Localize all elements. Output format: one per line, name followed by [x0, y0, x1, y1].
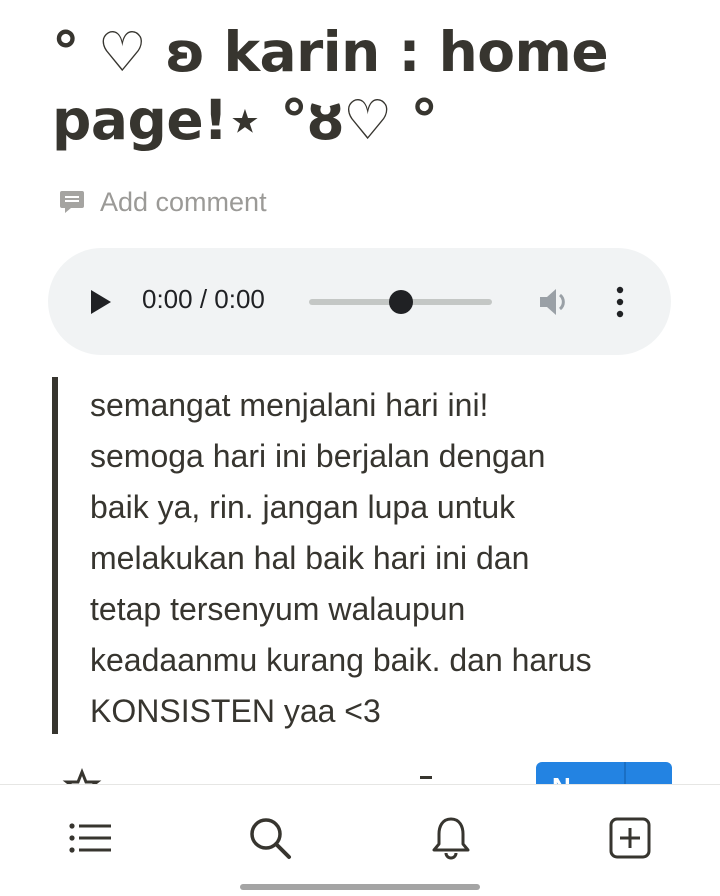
more-vertical-icon[interactable] — [612, 285, 628, 319]
volume-icon[interactable] — [538, 286, 572, 318]
quote-line: semoga hari ini berjalan dengan — [90, 438, 546, 474]
new-button-divider — [624, 762, 626, 786]
quote-line: semangat menjalani hari ini! — [90, 387, 489, 423]
search-icon[interactable] — [247, 815, 293, 861]
page-title-line-1: ° ♡ ʚ karin : home — [52, 20, 609, 84]
home-indicator[interactable] — [240, 884, 480, 890]
quote-line: KONSISTEN yaa <3 — [90, 693, 381, 729]
bell-icon[interactable] — [428, 815, 474, 861]
audio-seek-slider[interactable] — [309, 290, 492, 314]
quote-line: tetap tersenyum walaupun — [90, 591, 466, 627]
new-button[interactable]: N — [536, 762, 672, 786]
audio-seek-thumb[interactable] — [388, 290, 413, 314]
list-icon[interactable] — [67, 815, 113, 861]
add-comment-button[interactable]: Add comment — [58, 186, 267, 218]
star-icon[interactable] — [62, 762, 102, 786]
bottom-navigation — [0, 784, 720, 896]
add-comment-label: Add comment — [100, 186, 267, 217]
page-title-line-2: page!⋆ °ȣ♡ ° — [52, 88, 438, 152]
quote-line: baik ya, rin. jangan lupa untuk — [90, 489, 516, 525]
comment-icon — [60, 191, 84, 213]
new-page-icon[interactable] — [607, 815, 653, 861]
quote-block[interactable]: semangat menjalani hari ini! semoga hari… — [90, 380, 650, 737]
quote-line: keadaanmu kurang baik. dan harus — [90, 642, 592, 678]
page-title[interactable]: ° ♡ ʚ karin : home page!⋆ °ȣ♡ ° — [52, 18, 692, 154]
quote-line: melakukan hal baik hari ini dan — [90, 540, 530, 576]
quote-bar — [52, 377, 58, 734]
play-icon[interactable] — [88, 288, 114, 316]
audio-time-display: 0:00 / 0:00 — [142, 284, 265, 314]
audio-player: 0:00 / 0:00 — [48, 248, 671, 355]
